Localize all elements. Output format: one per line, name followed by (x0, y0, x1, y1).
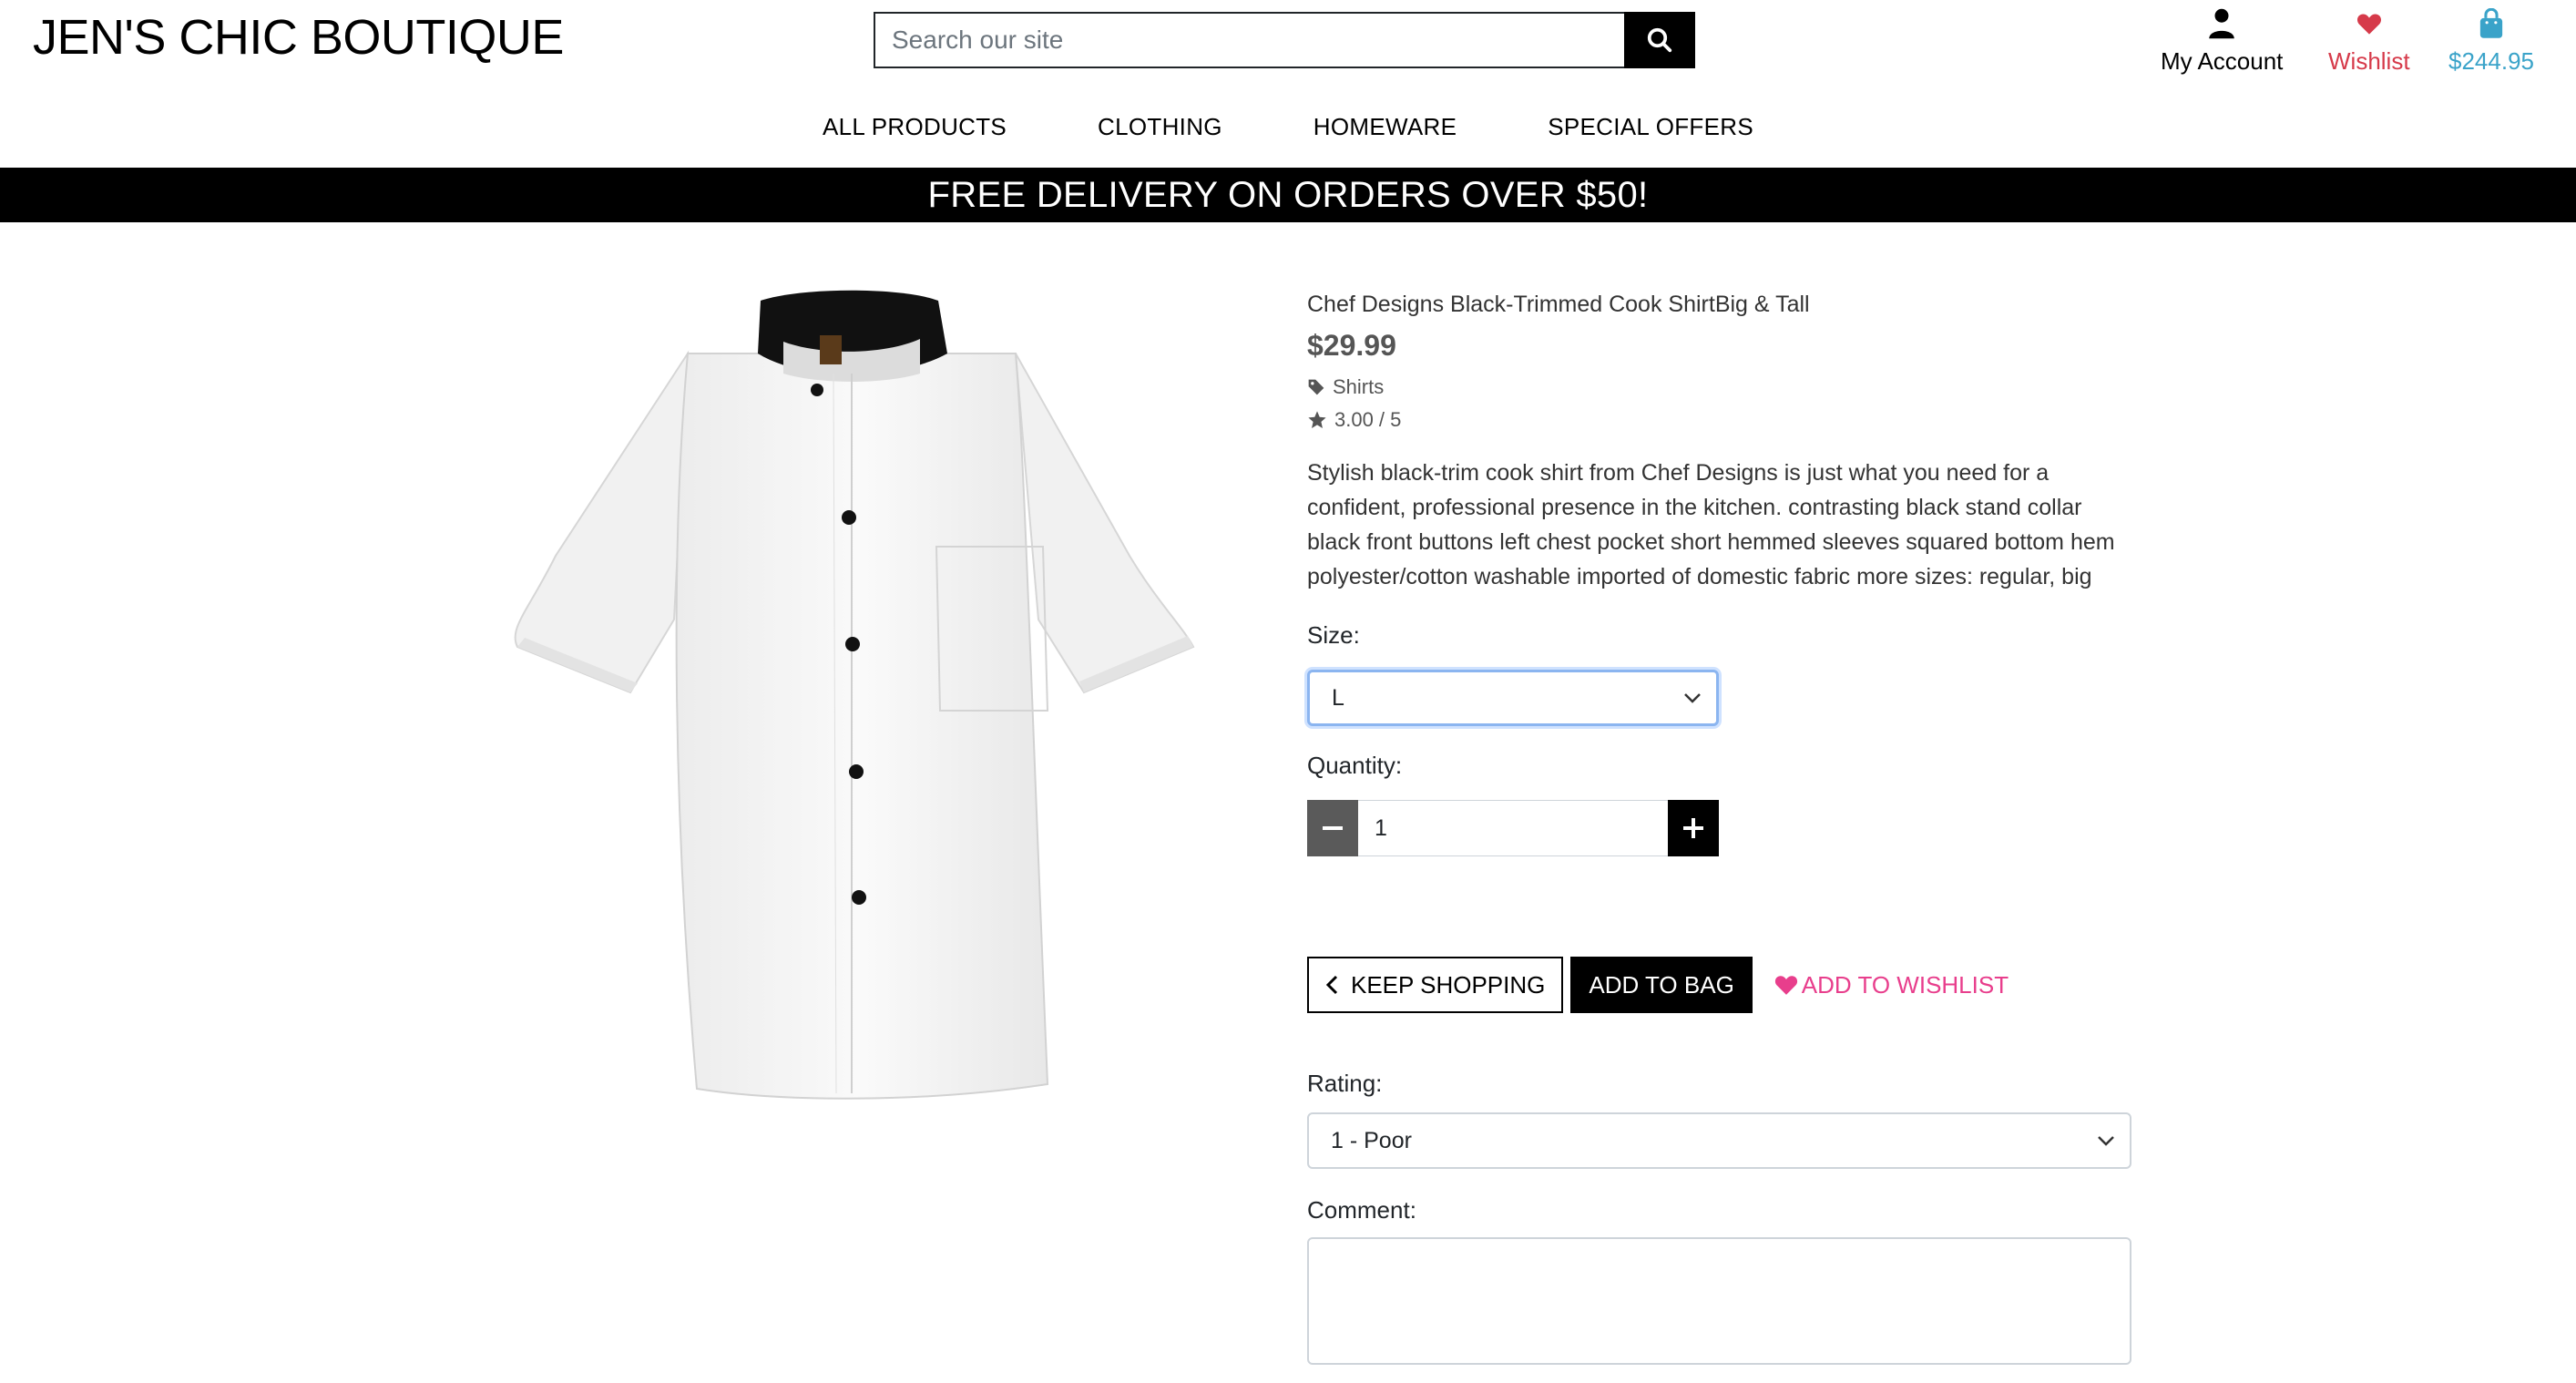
product-image (514, 290, 1195, 1100)
keep-shopping-label: KEEP SHOPPING (1351, 970, 1546, 999)
chevron-left-icon (1325, 975, 1338, 995)
shopping-bag-icon (2478, 5, 2505, 42)
my-account-link[interactable]: My Account (2161, 5, 2283, 76)
add-to-bag-button[interactable]: ADD TO BAG (1570, 957, 1753, 1013)
wishlist-label: Wishlist (2328, 47, 2410, 75)
search-form (874, 12, 1695, 68)
product-actions: KEEP SHOPPING ADD TO BAG ADD TO WISHLIST (1307, 957, 2131, 1013)
wishlist-link[interactable]: Wishlist (2328, 5, 2410, 76)
user-icon (2208, 5, 2235, 42)
nav-clothing[interactable]: CLOTHING (1098, 113, 1222, 141)
quantity-stepper (1307, 800, 1719, 856)
size-select[interactable]: L (1307, 670, 1719, 726)
add-to-wishlist-button[interactable]: ADD TO WISHLIST (1774, 971, 2009, 999)
rating-select[interactable]: 1 - Poor (1307, 1112, 2131, 1169)
star-icon (1308, 411, 1326, 428)
add-to-wishlist-label: ADD TO WISHLIST (1801, 970, 2009, 999)
comment-label: Comment: (1307, 1196, 1416, 1224)
shopping-bag-link[interactable]: $244.95 (2448, 5, 2534, 76)
nav-all-products[interactable]: ALL PRODUCTS (823, 113, 1007, 141)
minus-icon (1323, 826, 1343, 830)
main-nav: ALL PRODUCTS CLOTHING HOMEWARE SPECIAL O… (0, 113, 2576, 141)
chevron-down-icon (1684, 693, 1701, 703)
product-rating: 3.00 / 5 (1307, 408, 2131, 432)
bag-total: $244.95 (2448, 47, 2534, 75)
increase-quantity-button[interactable] (1668, 800, 1719, 856)
site-logo[interactable]: JEN'S CHIC BOUTIQUE (33, 9, 564, 66)
heart-icon (1774, 976, 1797, 995)
my-account-label: My Account (2161, 47, 2284, 75)
nav-special-offers[interactable]: SPECIAL OFFERS (1548, 113, 1753, 141)
rating-label: Rating: (1307, 1070, 1383, 1097)
plus-icon (1683, 818, 1703, 838)
chevron-down-icon (2098, 1136, 2114, 1146)
search-button[interactable] (1624, 12, 1695, 68)
size-label: Size: (1307, 621, 1360, 649)
tag-icon (1308, 379, 1324, 395)
decrease-quantity-button[interactable] (1307, 800, 1358, 856)
quantity-label: Quantity: (1307, 752, 1403, 779)
product-category[interactable]: Shirts (1307, 375, 2131, 399)
nav-homeware[interactable]: HOMEWARE (1314, 113, 1457, 141)
quantity-input[interactable] (1358, 800, 1668, 856)
search-icon (1647, 27, 1672, 53)
search-input[interactable] (874, 12, 1624, 68)
rating-value: 3.00 / 5 (1334, 408, 1402, 431)
keep-shopping-button[interactable]: KEEP SHOPPING (1307, 957, 1564, 1013)
product-description: Stylish black-trim cook shirt from Chef … (1307, 460, 2115, 589)
comment-textarea[interactable] (1307, 1237, 2131, 1365)
product-details: Chef Designs Black-Trimmed Cook ShirtBig… (1307, 292, 2131, 1369)
size-value: L (1332, 684, 1344, 711)
category-label: Shirts (1333, 375, 1385, 398)
product-price: $29.99 (1307, 329, 1396, 362)
delivery-banner: FREE DELIVERY ON ORDERS OVER $50! (0, 168, 2576, 222)
heart-icon (2356, 5, 2382, 42)
product-name: Chef Designs Black-Trimmed Cook ShirtBig… (1307, 292, 1810, 317)
rating-select-value: 1 - Poor (1331, 1127, 1412, 1153)
